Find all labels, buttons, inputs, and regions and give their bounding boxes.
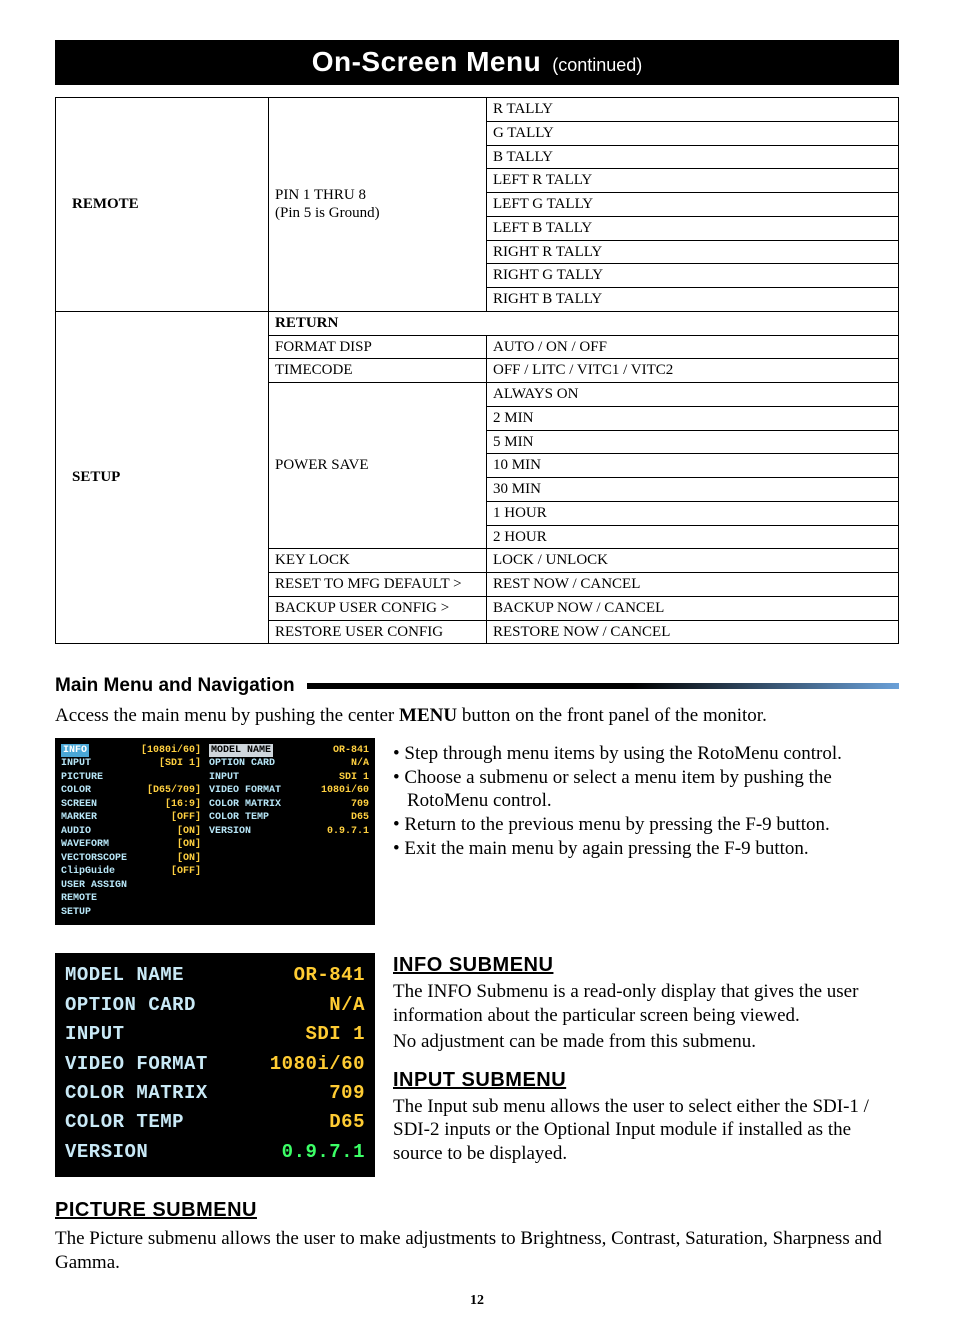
- osd-line: COLOR TEMPD65: [209, 811, 369, 825]
- table-cell: TIMECODE: [269, 359, 487, 383]
- table-cell: R TALLY: [487, 98, 899, 122]
- table-cell: OFF / LITC / VITC1 / VITC2: [487, 359, 899, 383]
- osd-line: INFO[1080i/60]: [61, 744, 201, 758]
- osd-line: PICTURE: [61, 771, 201, 785]
- osd-info-panel: MODEL NAMEOR-841OPTION CARDN/AINPUTSDI 1…: [209, 744, 369, 920]
- table-cell: LEFT G TALLY: [487, 193, 899, 217]
- picture-p: The Picture submenu allows the user to m…: [55, 1227, 899, 1275]
- table-cell: 1 HOUR: [487, 501, 899, 525]
- table-cell: 2 MIN: [487, 406, 899, 430]
- input-heading: INPUT SUBMENU: [393, 1068, 899, 1093]
- table-cell: AUTO / ON / OFF: [487, 335, 899, 359]
- list-item: Choose a submenu or select a menu item b…: [393, 766, 842, 790]
- osd-line: COLOR MATRIX709: [209, 798, 369, 812]
- menu-table: REMOTEPIN 1 THRU 8(Pin 5 is Ground)R TAL…: [55, 97, 899, 644]
- info-p1: The INFO Submenu is a read-only display …: [393, 980, 899, 1028]
- table-row: REMOTEPIN 1 THRU 8(Pin 5 is Ground)R TAL…: [56, 98, 899, 122]
- osd-info-large: MODEL NAMEOR-841OPTION CARDN/AINPUTSDI 1…: [55, 953, 375, 1177]
- table-cell: KEY LOCK: [269, 549, 487, 573]
- table-cell: ALWAYS ON: [487, 383, 899, 407]
- osd-line: SCREEN[16:9]: [61, 798, 201, 812]
- table-cell: B TALLY: [487, 145, 899, 169]
- table-cell: G TALLY: [487, 121, 899, 145]
- osd-screenshot-pair: INFO[1080i/60]INPUT[SDI 1]PICTURECOLOR[D…: [55, 738, 375, 926]
- osd-line: INPUTSDI 1: [65, 1020, 365, 1049]
- table-cell: LOCK / UNLOCK: [487, 549, 899, 573]
- osd-line: MARKER[OFF]: [61, 811, 201, 825]
- banner-sub: (continued): [552, 55, 642, 75]
- banner-title: On-Screen Menu: [312, 46, 541, 77]
- osd-line: VIDEO FORMAT1080i/60: [65, 1050, 365, 1079]
- heading-rule: [307, 683, 899, 689]
- osd-line: SETUP: [61, 906, 201, 920]
- table-cell: RIGHT R TALLY: [487, 240, 899, 264]
- osd-line: OPTION CARDN/A: [65, 991, 365, 1020]
- table-cell: LEFT B TALLY: [487, 216, 899, 240]
- table-cell: 5 MIN: [487, 430, 899, 454]
- osd-line: VERSION0.9.7.1: [65, 1138, 365, 1167]
- main-menu-heading-text: Main Menu and Navigation: [55, 674, 295, 698]
- osd-line: WAVEFORM[ON]: [61, 838, 201, 852]
- table-cell: RESTORE USER CONFIG: [269, 620, 487, 644]
- table-cell: 10 MIN: [487, 454, 899, 478]
- list-item: Return to the previous menu by pressing …: [393, 813, 842, 837]
- osd-line: OPTION CARDN/A: [209, 757, 369, 771]
- main-intro: Access the main menu by pushing the cent…: [55, 704, 899, 728]
- osd-line: MODEL NAMEOR-841: [65, 961, 365, 990]
- table-cell: PIN 1 THRU 8(Pin 5 is Ground): [269, 98, 487, 312]
- osd-line: AUDIO[ON]: [61, 825, 201, 839]
- osd-line: REMOTE: [61, 892, 201, 906]
- table-cell: BACKUP NOW / CANCEL: [487, 596, 899, 620]
- input-p: The Input sub menu allows the user to se…: [393, 1095, 899, 1166]
- picture-heading: PICTURE SUBMENU: [55, 1198, 899, 1223]
- table-cell: SETUP: [56, 311, 269, 644]
- table-cell: RETURN: [269, 311, 899, 335]
- osd-line: VIDEO FORMAT1080i/60: [209, 784, 369, 798]
- table-cell: RESET TO MFG DEFAULT >: [269, 573, 487, 597]
- osd-line: COLOR[D65/709]: [61, 784, 201, 798]
- table-cell: RIGHT G TALLY: [487, 264, 899, 288]
- table-cell: BACKUP USER CONFIG >: [269, 596, 487, 620]
- table-cell: FORMAT DISP: [269, 335, 487, 359]
- list-item: RotoMenu control.: [393, 789, 842, 813]
- intro-a: Access the main menu by pushing the cent…: [55, 705, 399, 726]
- info-heading: INFO SUBMENU: [393, 953, 899, 978]
- osd-line: COLOR MATRIX709: [65, 1079, 365, 1108]
- list-item: Step through menu items by using the Rot…: [393, 742, 842, 766]
- osd-line: ClipGuide[OFF]: [61, 865, 201, 879]
- table-cell: LEFT R TALLY: [487, 169, 899, 193]
- table-cell: RIGHT B TALLY: [487, 288, 899, 312]
- intro-c: button on the front panel of the monitor…: [457, 705, 767, 726]
- main-menu-heading: Main Menu and Navigation: [55, 674, 899, 698]
- osd-line: MODEL NAMEOR-841: [209, 744, 369, 758]
- osd-line: VERSION0.9.7.1: [209, 825, 369, 839]
- table-cell: REMOTE: [56, 98, 269, 312]
- osd-line: USER ASSIGN: [61, 879, 201, 893]
- osd-line: COLOR TEMPD65: [65, 1108, 365, 1137]
- osd-line: VECTORSCOPE[ON]: [61, 852, 201, 866]
- table-cell: POWER SAVE: [269, 383, 487, 549]
- main-bullets: Step through menu items by using the Rot…: [393, 742, 842, 861]
- list-item: Exit the main menu by again pressing the…: [393, 837, 842, 861]
- intro-b: MENU: [399, 705, 457, 726]
- osd-line: INPUT[SDI 1]: [61, 757, 201, 771]
- table-cell: RESTORE NOW / CANCEL: [487, 620, 899, 644]
- table-row: SETUPRETURN: [56, 311, 899, 335]
- table-cell: 30 MIN: [487, 478, 899, 502]
- table-cell: 2 HOUR: [487, 525, 899, 549]
- table-cell: REST NOW / CANCEL: [487, 573, 899, 597]
- info-p2: No adjustment can be made from this subm…: [393, 1030, 899, 1054]
- section-banner: On-Screen Menu (continued): [55, 40, 899, 85]
- osd-line: INPUTSDI 1: [209, 771, 369, 785]
- page-number: 12: [55, 1292, 899, 1310]
- osd-main-menu: INFO[1080i/60]INPUT[SDI 1]PICTURECOLOR[D…: [61, 744, 201, 920]
